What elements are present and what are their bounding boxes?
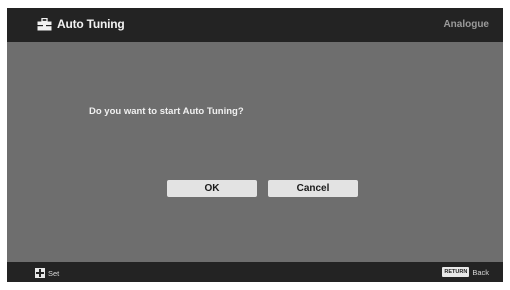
footer-hint-back: RETURN Back xyxy=(442,267,489,277)
footer-back-label: Back xyxy=(472,267,489,277)
input-mode-label: Analogue xyxy=(443,19,489,30)
page-title: Auto Tuning xyxy=(57,17,125,31)
header-bar: Auto Tuning Analogue xyxy=(7,8,503,42)
footer-set-label: Set xyxy=(48,268,60,278)
ok-button[interactable]: OK xyxy=(167,180,257,197)
toolbox-icon xyxy=(37,18,52,31)
footer-bar: Set RETURN Back xyxy=(7,262,503,282)
dialog-message: Do you want to start Auto Tuning? xyxy=(89,106,244,117)
tv-screen: Auto Tuning Analogue Do you want to star… xyxy=(7,8,503,282)
cancel-button[interactable]: Cancel xyxy=(268,180,358,197)
dpad-icon xyxy=(35,268,45,278)
return-key-icon: RETURN xyxy=(442,267,470,277)
footer-hint-set: Set xyxy=(35,268,59,278)
